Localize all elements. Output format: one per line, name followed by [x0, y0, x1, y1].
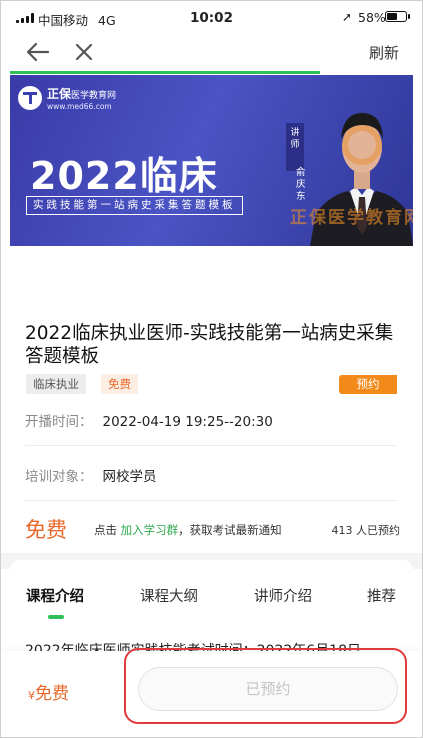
status-badge: 预约 — [339, 375, 397, 394]
broadcast-time-label: 开播时间： — [25, 414, 93, 430]
tab-syllabus[interactable]: 课程大纲 — [140, 585, 198, 606]
banner-subtitle: 实践技能第一站病史采集答题模板 — [26, 196, 243, 215]
back-arrow-icon — [26, 42, 50, 62]
watermark: 正保医学教育网 — [290, 208, 413, 228]
detail-panel — [10, 560, 413, 570]
lecturer-name-text: 俞 庆 东 — [296, 167, 306, 202]
lecturer-name: 俞 庆 东 — [296, 167, 308, 203]
banner-title: 2022临床 — [30, 154, 218, 198]
brand-logo: 正保医学教育网 www.med66.com — [18, 85, 116, 111]
broadcast-time-row: 开播时间： 2022-04-19 19:25--20:30 — [25, 410, 273, 430]
brand-logo-icon — [18, 86, 42, 110]
nav-bar: 刷新 — [0, 36, 423, 70]
page-load-progress — [10, 71, 320, 74]
bottom-price: ¥免费 — [28, 679, 69, 704]
detail-tabs: 课程介绍 课程大纲 讲师介绍 推荐 — [0, 575, 423, 619]
divider — [25, 445, 397, 446]
course-banner: 正保医学教育网 www.med66.com 2022临床 实践技能第一站病史采集… — [10, 75, 413, 246]
broadcast-time-value: 2022-04-19 19:25--20:30 — [102, 414, 273, 430]
free-tag: 免费 — [101, 374, 138, 394]
brand-name: 正保医学教育网 — [47, 87, 117, 101]
lecturer-tag-text: 讲 师 — [290, 128, 300, 150]
divider — [25, 500, 397, 501]
join-group-link[interactable]: 加入学习群 — [121, 523, 179, 537]
currency-symbol: ¥ — [28, 689, 35, 702]
lecturer-tag: 讲 师 — [286, 123, 304, 171]
battery-percent: 58% — [358, 10, 386, 25]
back-button[interactable] — [24, 38, 52, 66]
tab-recommend[interactable]: 推荐 — [367, 585, 396, 606]
course-title: 2022临床执业医师-实践技能第一站病史采集答题模板 — [25, 323, 394, 367]
tab-course-intro[interactable]: 课程介绍 — [26, 585, 84, 606]
category-tag: 临床执业 — [26, 374, 86, 394]
target-audience-label: 培训对象： — [25, 469, 93, 485]
highlight-annotation — [124, 648, 407, 724]
active-tab-indicator — [48, 615, 64, 619]
close-button[interactable] — [70, 38, 98, 66]
close-icon — [75, 43, 93, 61]
target-audience-row: 培训对象： 网校学员 — [25, 465, 157, 485]
price-row: 免费 点击 加入学习群，获取考试最新通知 413 人已预约 — [25, 512, 400, 546]
location-arrow-icon: ➚ — [342, 10, 353, 24]
status-bar: 中国移动 4G 10:02 ➚ 58% — [0, 0, 423, 36]
battery-icon — [385, 11, 410, 22]
tab-lecturer[interactable]: 讲师介绍 — [254, 585, 312, 606]
reserve-count: 413 人已预约 — [331, 524, 401, 537]
bottom-price-value: 免费 — [35, 684, 69, 704]
brand-url: www.med66.com — [47, 102, 112, 111]
course-price: 免费 — [25, 518, 67, 542]
target-audience-value: 网校学员 — [102, 469, 157, 485]
join-group-notice: 点击 加入学习群，获取考试最新通知 — [94, 523, 282, 537]
refresh-button[interactable]: 刷新 — [369, 42, 399, 63]
